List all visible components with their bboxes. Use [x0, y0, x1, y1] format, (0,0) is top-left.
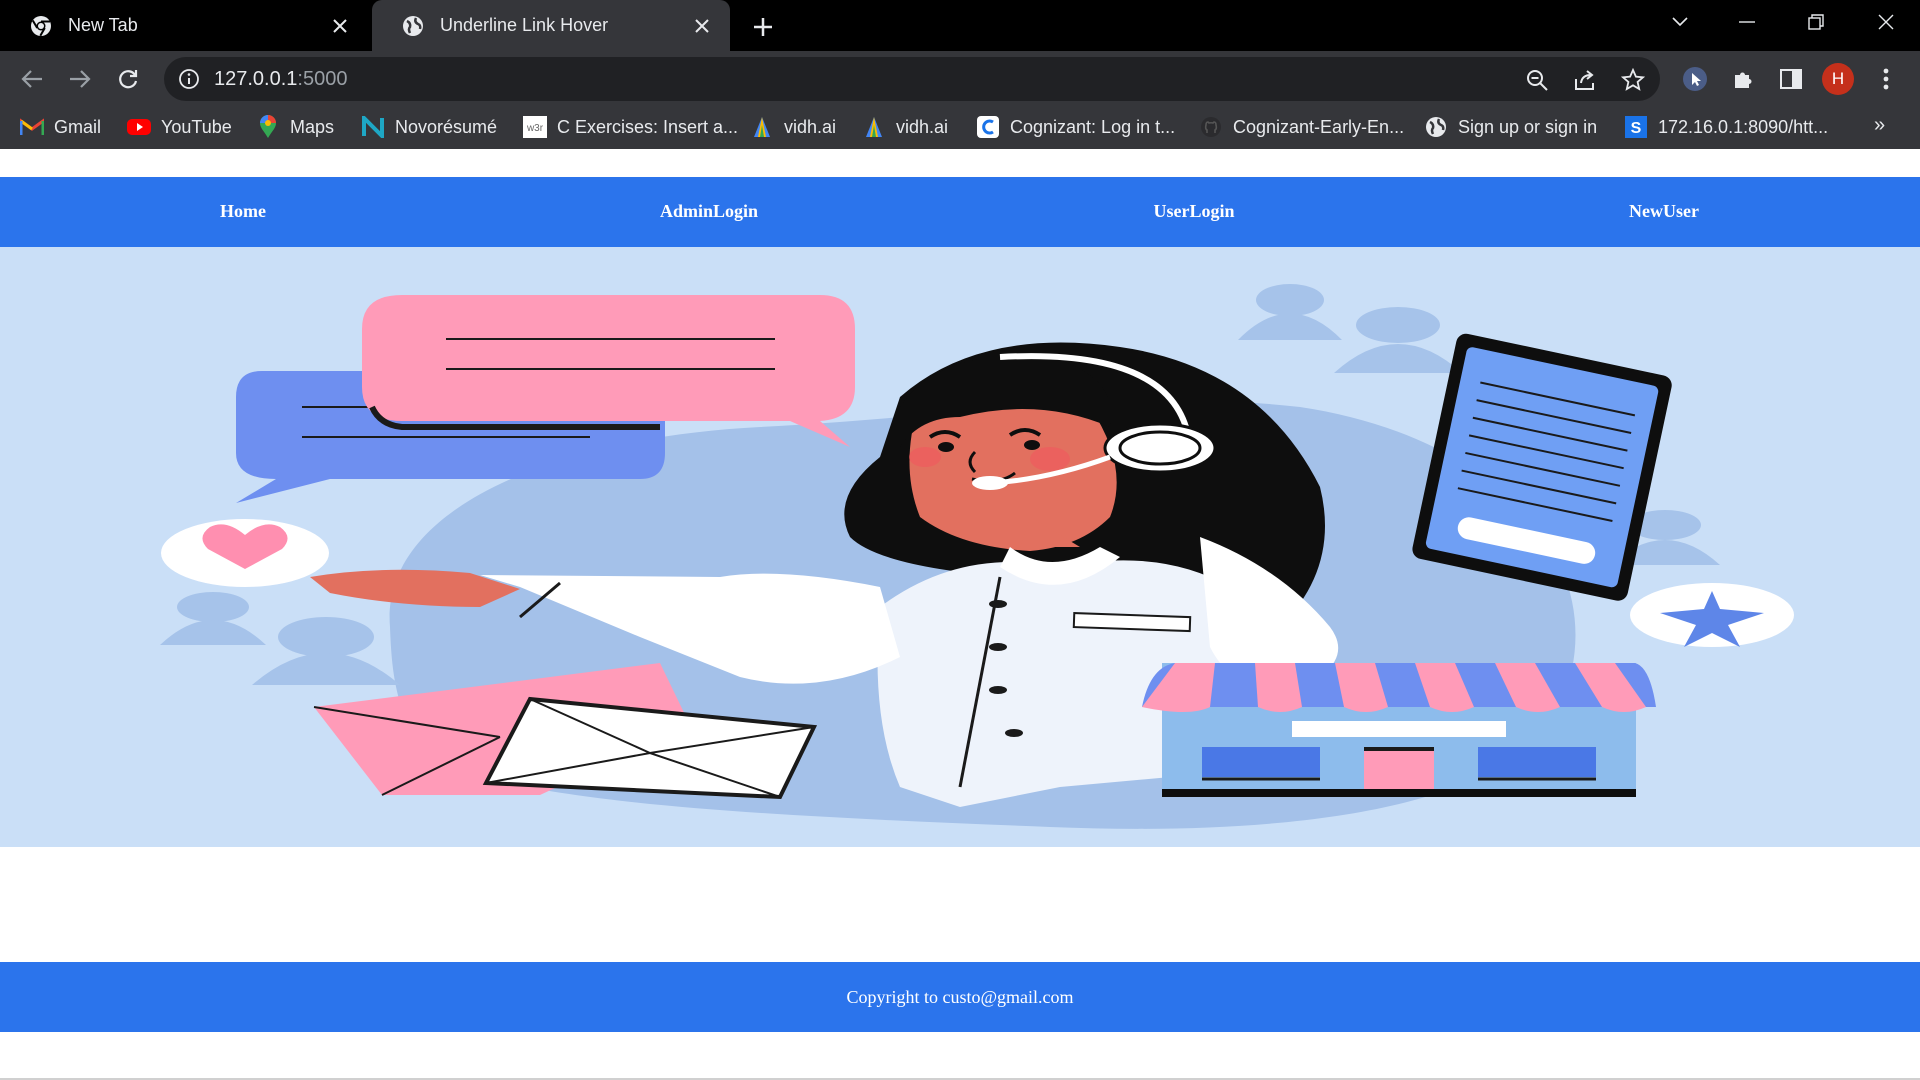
bookmark-cognizant-early[interactable]: Cognizant-Early-En...: [1199, 114, 1404, 140]
tab-title: New Tab: [68, 15, 138, 35]
minimize-button[interactable]: [1717, 0, 1777, 44]
arrow-right-icon: [70, 70, 91, 88]
tab-title: Underline Link Hover: [440, 15, 609, 35]
side-panel-icon[interactable]: [1775, 63, 1807, 95]
maps-icon: [256, 115, 280, 139]
bookmark-label: 172.16.0.1:8090/htt...: [1658, 116, 1829, 137]
bookmark-sophos[interactable]: S 172.16.0.1:8090/htt...: [1624, 114, 1828, 140]
url-port: :5000: [297, 68, 348, 90]
sophos-icon: S: [1624, 115, 1648, 139]
star-icon[interactable]: [1620, 67, 1646, 93]
bookmarks-overflow-button[interactable]: »: [1874, 114, 1885, 137]
nav-link-home[interactable]: Home: [220, 201, 266, 222]
bookmarks-bar: Gmail YouTube Maps Novorésumé w3r C Exer…: [0, 105, 1920, 149]
back-button[interactable]: [14, 61, 50, 97]
hero-banner: [0, 247, 1920, 847]
nav-link-admin-login[interactable]: AdminLogin: [660, 201, 758, 222]
bookmark-vidhai-2[interactable]: vidh.ai: [862, 114, 948, 140]
w3r-icon: w3r: [523, 115, 547, 139]
page-viewport: Home AdminLogin UserLogin NewUser Copyri…: [0, 153, 1920, 1080]
forward-button[interactable]: [62, 61, 98, 97]
bookmark-label: Gmail: [54, 116, 102, 137]
new-tab-button[interactable]: [748, 12, 778, 42]
bookmark-gmail[interactable]: Gmail: [20, 114, 101, 140]
bookmark-label: C Exercises: Insert a...: [557, 116, 739, 137]
bookmark-label: YouTube: [161, 116, 232, 137]
globe-icon: [1424, 115, 1448, 139]
vidhai-icon: [750, 115, 774, 139]
bookmark-label: Cognizant-Early-En...: [1233, 116, 1405, 137]
bookmark-sign-up[interactable]: Sign up or sign in: [1424, 114, 1597, 140]
url-host: 127.0.0.1: [214, 68, 298, 90]
bookmark-maps[interactable]: Maps: [256, 114, 334, 140]
customer-support-illustration: [160, 284, 1794, 829]
chevron-down-icon: [1672, 17, 1688, 27]
site-nav-bar: Home AdminLogin UserLogin NewUser: [0, 177, 1920, 247]
reload-icon: [119, 70, 138, 89]
nav-link-user-login[interactable]: UserLogin: [1154, 201, 1235, 222]
close-tab-icon[interactable]: [328, 14, 352, 38]
extension-cursor-icon[interactable]: [1679, 63, 1711, 95]
copyright-text: Copyright to custo@gmail.com: [846, 987, 1074, 1007]
bookmark-cognizant-login[interactable]: Cognizant: Log in t...: [976, 114, 1175, 140]
novoresume-icon: [361, 115, 385, 139]
reload-button[interactable]: [110, 61, 146, 97]
tab-strip: New Tab Underline Link Hover: [0, 0, 1920, 51]
arrow-left-icon: [21, 70, 42, 88]
svg-text:w3r: w3r: [526, 123, 544, 134]
bookmark-vidhai-1[interactable]: vidh.ai: [750, 114, 836, 140]
close-tab-icon[interactable]: [690, 14, 714, 38]
site-footer: Copyright to custo@gmail.com: [0, 962, 1920, 1032]
info-icon[interactable]: [178, 68, 200, 90]
profile-avatar[interactable]: H: [1822, 63, 1854, 95]
globe-icon: [402, 15, 424, 37]
github-icon: [1199, 115, 1223, 139]
close-window-button[interactable]: [1856, 0, 1916, 44]
bookmark-youtube[interactable]: YouTube: [127, 114, 232, 140]
bookmark-label: Maps: [290, 116, 335, 137]
bookmark-label: Novorésumé: [395, 116, 498, 137]
tab-search-button[interactable]: [1650, 0, 1710, 44]
avatar: H: [1822, 63, 1854, 95]
menu-icon[interactable]: [1870, 63, 1902, 95]
bookmark-label: Sign up or sign in: [1458, 116, 1598, 137]
bookmark-c-exercises[interactable]: w3r C Exercises: Insert a...: [523, 114, 738, 140]
restore-button[interactable]: [1786, 0, 1846, 44]
extensions-puzzle-icon[interactable]: [1727, 63, 1759, 95]
chrome-icon: [30, 15, 52, 37]
tab-underline-link-hover[interactable]: Underline Link Hover: [372, 0, 730, 51]
url-text[interactable]: 127.0.0.1:5000: [214, 68, 347, 91]
bookmark-label: vidh.ai: [784, 116, 837, 137]
zoom-icon[interactable]: [1524, 67, 1550, 93]
gmail-icon: [20, 115, 44, 139]
bookmark-label: Cognizant: Log in t...: [1010, 116, 1176, 137]
tab-new-tab[interactable]: New Tab: [0, 0, 368, 51]
address-bar[interactable]: 127.0.0.1:5000: [164, 57, 1660, 101]
browser-toolbar: 127.0.0.1:5000 H: [0, 51, 1920, 105]
nav-link-new-user[interactable]: NewUser: [1629, 201, 1699, 222]
share-icon[interactable]: [1572, 67, 1598, 93]
youtube-icon: [127, 115, 151, 139]
svg-text:S: S: [1631, 120, 1642, 137]
cognizant-icon: [976, 115, 1000, 139]
bookmark-label: vidh.ai: [896, 116, 949, 137]
vidhai-icon: [862, 115, 886, 139]
bookmark-novoresume[interactable]: Novorésumé: [361, 114, 497, 140]
